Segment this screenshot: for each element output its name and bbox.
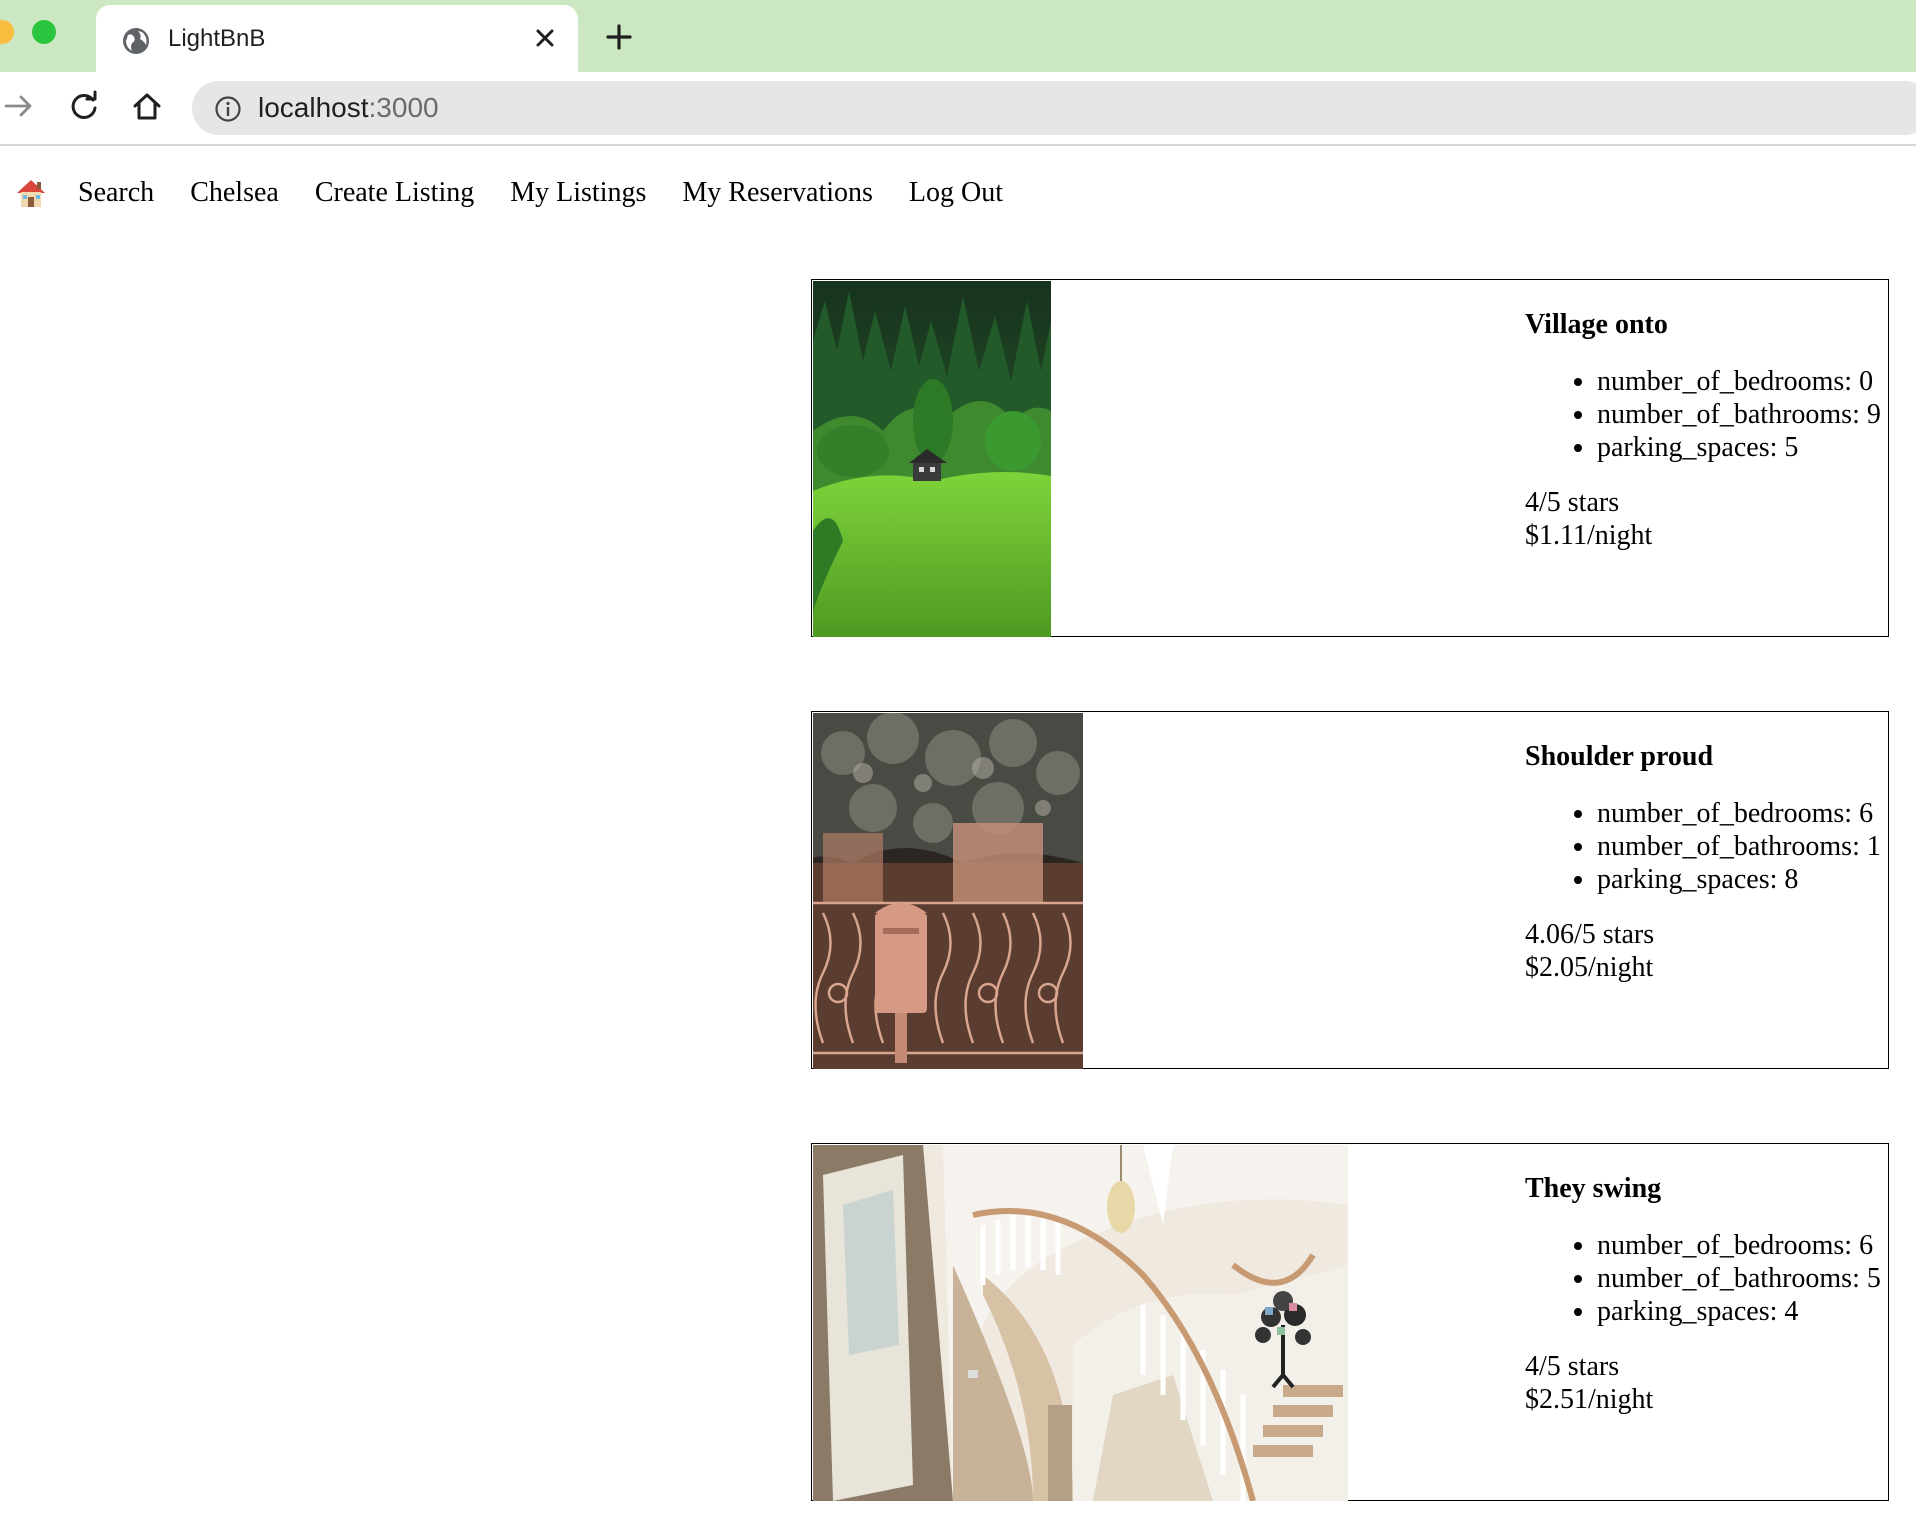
nav-link-user[interactable]: Chelsea bbox=[190, 177, 279, 209]
reload-icon[interactable] bbox=[68, 90, 100, 122]
forward-arrow-icon[interactable] bbox=[2, 90, 34, 122]
site-info-icon[interactable] bbox=[214, 95, 242, 123]
listing-details: They swing number_of_bedrooms: 6 number_… bbox=[1525, 1172, 1905, 1416]
minimize-window-button[interactable] bbox=[0, 20, 14, 44]
listing-price: $1.11/night bbox=[1525, 520, 1653, 551]
nav-link-search[interactable]: Search bbox=[78, 177, 154, 209]
listing-card: Village onto number_of_bedrooms: 0 numbe… bbox=[811, 279, 1889, 637]
feature-bathrooms: number_of_bathrooms: 5 bbox=[1597, 1262, 1905, 1295]
feature-parking: parking_spaces: 4 bbox=[1597, 1295, 1905, 1328]
url-text: localhost:3000 bbox=[258, 92, 439, 124]
ornate-gate-mailbox-photo bbox=[813, 713, 1083, 1069]
nav-link-my-listings[interactable]: My Listings bbox=[510, 177, 646, 209]
feature-bathrooms: number_of_bathrooms: 1 bbox=[1597, 830, 1905, 863]
listing-rating: 4/5 stars bbox=[1525, 487, 1620, 518]
listing-title: Shoulder proud bbox=[1525, 741, 1714, 772]
listing-card: Shoulder proud number_of_bedrooms: 6 num… bbox=[811, 711, 1889, 1069]
staircase-foyer-photo bbox=[813, 1145, 1348, 1501]
listing-rating: 4.06/5 stars bbox=[1525, 919, 1655, 950]
listing-photo bbox=[813, 713, 1083, 1069]
feature-bathrooms: number_of_bathrooms: 9 bbox=[1597, 398, 1905, 431]
listing-title: Village onto bbox=[1525, 309, 1668, 340]
maximize-window-button[interactable] bbox=[32, 20, 56, 44]
feature-parking: parking_spaces: 5 bbox=[1597, 431, 1905, 464]
listing-photo bbox=[813, 1145, 1348, 1501]
url-host: localhost bbox=[258, 92, 369, 123]
feature-bedrooms: number_of_bedrooms: 0 bbox=[1597, 365, 1905, 398]
green-hillside-cabin-photo bbox=[813, 281, 1051, 637]
listing-price: $2.05/night bbox=[1525, 952, 1654, 983]
close-tab-icon[interactable] bbox=[532, 25, 558, 51]
listing-features: number_of_bedrooms: 0 number_of_bathroom… bbox=[1525, 365, 1905, 464]
listing-photo bbox=[813, 281, 1051, 637]
site-nav: Search Chelsea Create Listing My Listing… bbox=[0, 168, 1039, 218]
url-port: :3000 bbox=[368, 92, 439, 123]
nav-link-create-listing[interactable]: Create Listing bbox=[315, 177, 474, 209]
browser-toolbar: localhost:3000 bbox=[0, 72, 1916, 146]
house-emoji-icon[interactable] bbox=[14, 176, 48, 210]
listing-title: They swing bbox=[1525, 1173, 1662, 1204]
browser-tab-strip: LightBnB bbox=[0, 0, 1916, 72]
new-tab-icon[interactable] bbox=[604, 22, 634, 52]
feature-bedrooms: number_of_bedrooms: 6 bbox=[1597, 797, 1905, 830]
listing-details: Shoulder proud number_of_bedrooms: 6 num… bbox=[1525, 740, 1905, 984]
home-icon[interactable] bbox=[131, 90, 163, 122]
listing-price: $2.51/night bbox=[1525, 1384, 1654, 1415]
globe-icon bbox=[123, 28, 149, 54]
feature-bedrooms: number_of_bedrooms: 6 bbox=[1597, 1229, 1905, 1262]
tab-title: LightBnB bbox=[168, 25, 266, 52]
feature-parking: parking_spaces: 8 bbox=[1597, 863, 1905, 896]
listing-card: They swing number_of_bedrooms: 6 number_… bbox=[811, 1143, 1889, 1501]
browser-tab[interactable]: LightBnB bbox=[96, 5, 578, 72]
listing-rating: 4/5 stars bbox=[1525, 1351, 1620, 1382]
nav-link-log-out[interactable]: Log Out bbox=[909, 177, 1003, 209]
nav-link-my-reservations[interactable]: My Reservations bbox=[682, 177, 873, 209]
address-bar[interactable]: localhost:3000 bbox=[192, 81, 1916, 135]
listing-features: number_of_bedrooms: 6 number_of_bathroom… bbox=[1525, 1229, 1905, 1328]
listing-details: Village onto number_of_bedrooms: 0 numbe… bbox=[1525, 308, 1905, 552]
listing-features: number_of_bedrooms: 6 number_of_bathroom… bbox=[1525, 797, 1905, 896]
